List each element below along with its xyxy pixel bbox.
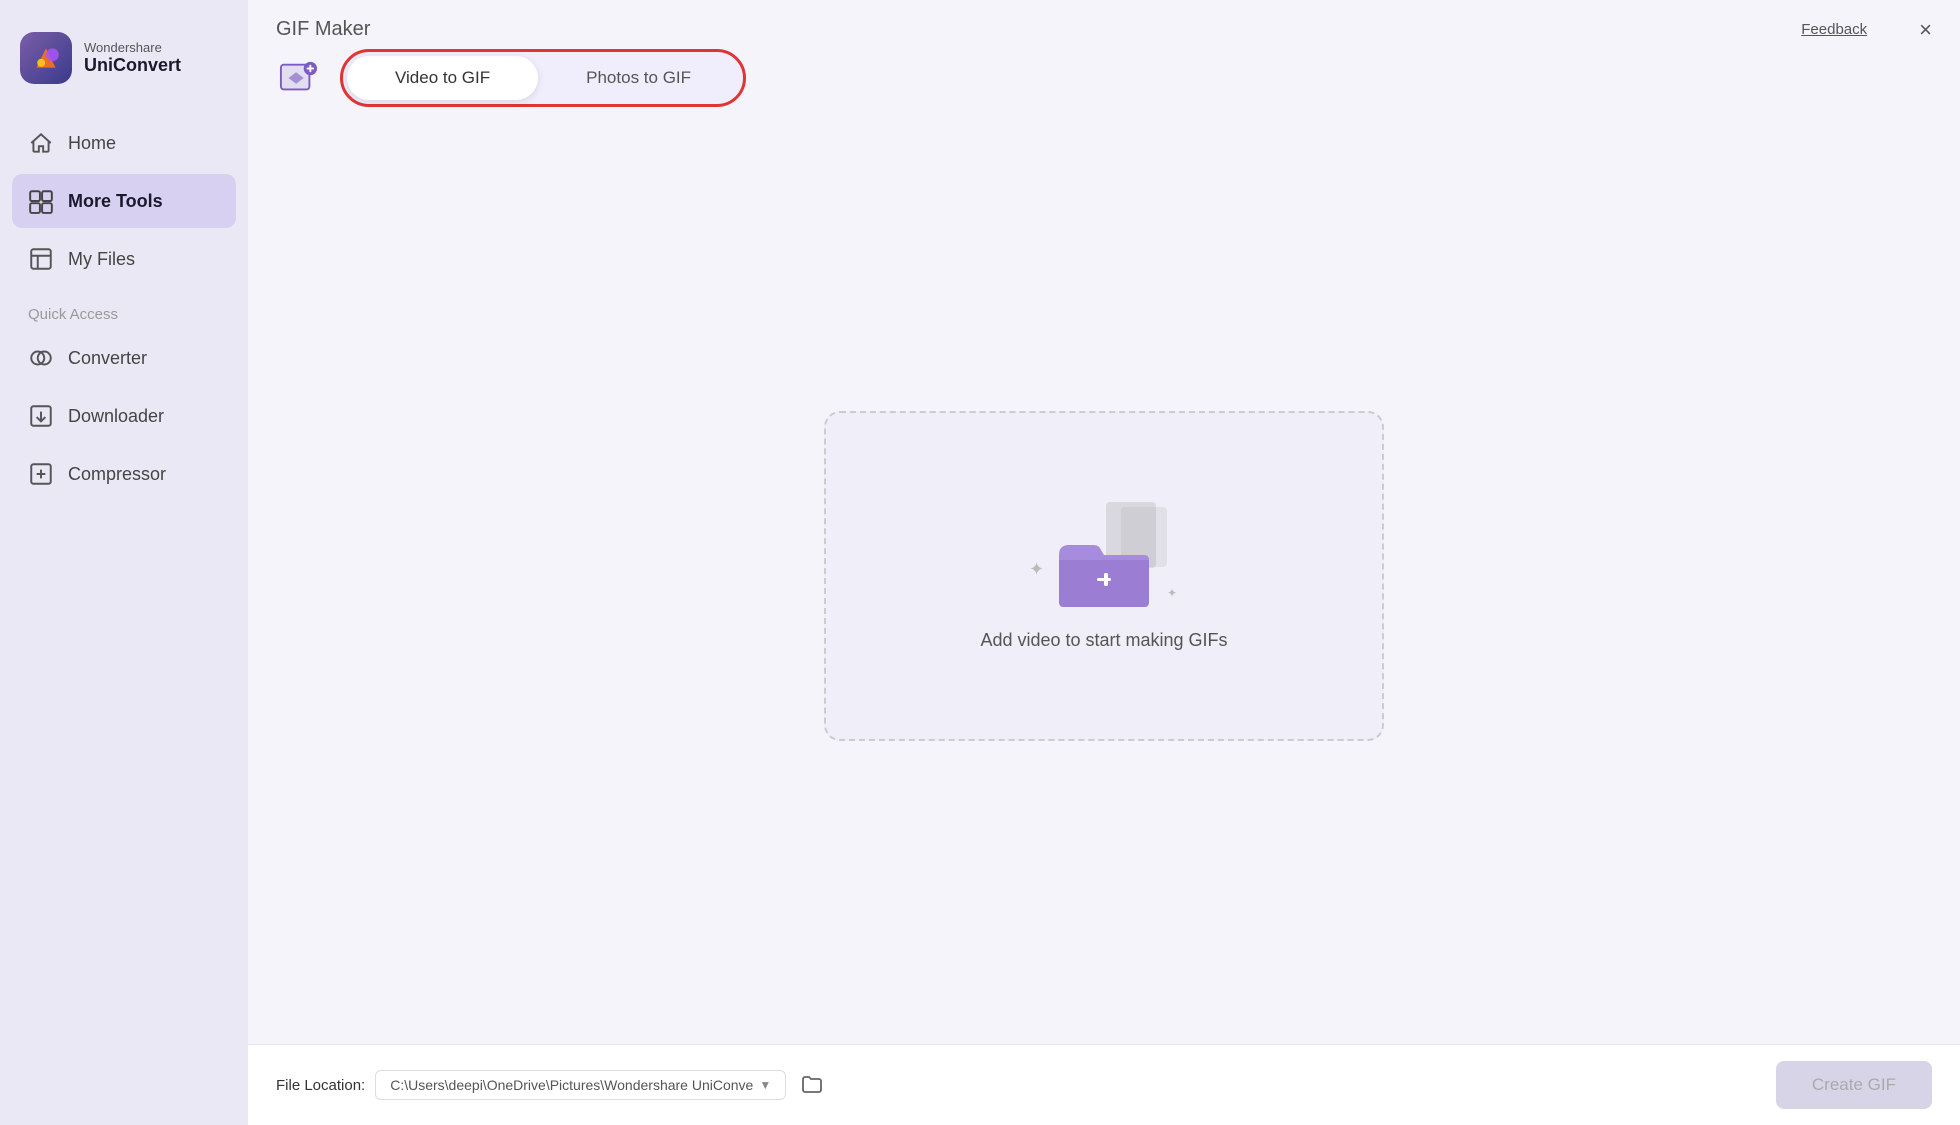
app-logo-icon: [20, 32, 72, 84]
sidebar-home-label: Home: [68, 133, 116, 154]
drop-zone-illustration: ✦ ✦: [1039, 500, 1169, 610]
sidebar-item-home[interactable]: Home: [12, 116, 236, 170]
quick-access-label: Quick Access: [12, 290, 236, 331]
sidebar: Wondershare UniConvert Home More Tools: [0, 0, 248, 1125]
tab-switcher: Video to GIF Photos to GIF: [340, 49, 746, 107]
my-files-icon: [28, 246, 54, 272]
sidebar-my-files-label: My Files: [68, 249, 135, 270]
sidebar-item-more-tools[interactable]: More Tools: [12, 174, 236, 228]
feedback-link[interactable]: Feedback: [1801, 21, 1867, 38]
sidebar-compressor-label: Compressor: [68, 464, 166, 485]
file-location-path[interactable]: C:\Users\deepi\OneDrive\Pictures\Wonders…: [375, 1070, 786, 1100]
drop-zone[interactable]: ✦ ✦ Add video to start making GIFs: [824, 411, 1384, 741]
sidebar-item-converter[interactable]: Converter: [12, 331, 236, 385]
file-location-group: File Location: C:\Users\deepi\OneDrive\P…: [276, 1068, 828, 1103]
sparkle-right-icon: ✦: [1167, 586, 1177, 600]
home-icon: [28, 130, 54, 156]
sidebar-more-tools-label: More Tools: [68, 191, 163, 212]
more-tools-icon: [28, 188, 54, 214]
drop-zone-text: Add video to start making GIFs: [980, 630, 1227, 651]
logo-text: Wondershare UniConvert: [84, 40, 181, 76]
close-button[interactable]: ×: [1919, 19, 1932, 41]
page-title: GIF Maker: [276, 18, 370, 41]
top-bar-right: Feedback ×: [1801, 19, 1932, 41]
sparkle-left-icon: ✦: [1029, 559, 1044, 580]
folder-browse-button[interactable]: [796, 1068, 828, 1103]
main-content: GIF Maker Feedback × Video to GIF Photos…: [248, 0, 1960, 1125]
sidebar-item-compressor[interactable]: Compressor: [12, 447, 236, 501]
sidebar-converter-label: Converter: [68, 348, 147, 369]
gif-maker-icon: [276, 56, 320, 100]
file-location-label: File Location:: [276, 1077, 365, 1094]
sidebar-item-my-files[interactable]: My Files: [12, 232, 236, 286]
folder-browse-icon: [800, 1072, 824, 1096]
tab-photos-to-gif[interactable]: Photos to GIF: [538, 56, 739, 100]
tool-header: Video to GIF Photos to GIF: [248, 41, 1960, 107]
path-dropdown-arrow: ▼: [759, 1078, 771, 1092]
converter-icon: [28, 345, 54, 371]
folder-svg: [1054, 530, 1154, 610]
downloader-icon: [28, 403, 54, 429]
bottom-bar: File Location: C:\Users\deepi\OneDrive\P…: [248, 1044, 1960, 1125]
drop-zone-container: ✦ ✦ Add video to start making GIFs: [248, 107, 1960, 1044]
file-path-text: C:\Users\deepi\OneDrive\Pictures\Wonders…: [390, 1077, 753, 1093]
sidebar-item-downloader[interactable]: Downloader: [12, 389, 236, 443]
nav-section: Home More Tools My Files Quick Access: [0, 116, 248, 1125]
tab-video-to-gif[interactable]: Video to GIF: [347, 56, 538, 100]
sidebar-downloader-label: Downloader: [68, 406, 164, 427]
logo-area: Wondershare UniConvert: [0, 0, 248, 116]
logo-uniconvert: UniConvert: [84, 55, 181, 76]
compressor-icon: [28, 461, 54, 487]
create-gif-button[interactable]: Create GIF: [1776, 1061, 1932, 1109]
top-bar: GIF Maker Feedback ×: [248, 0, 1960, 41]
logo-wondershare: Wondershare: [84, 40, 181, 55]
